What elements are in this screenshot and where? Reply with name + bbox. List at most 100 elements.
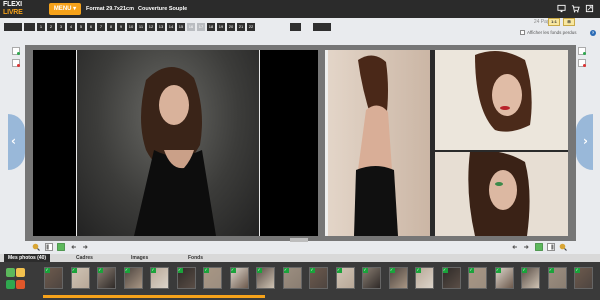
photo-woman-black-dress[interactable] [76, 50, 259, 236]
remove-page-left-icon[interactable] [12, 59, 20, 67]
tab-backgrounds[interactable]: Fonds [188, 254, 203, 262]
page-button-9[interactable]: 9 [117, 23, 125, 31]
used-check-icon: ✓ [283, 267, 289, 273]
expand-icon[interactable] [585, 4, 594, 13]
delete-photos-icon[interactable] [16, 280, 25, 289]
page-button-5[interactable]: 5 [77, 23, 85, 31]
zoom-icon[interactable] [32, 243, 40, 251]
photo-woman-back[interactable] [328, 50, 430, 236]
photo-thumbnail[interactable]: ✓ [309, 267, 328, 289]
photo-thumbnail[interactable]: ✓ [123, 267, 143, 289]
page-button-3[interactable]: 3 [57, 23, 65, 31]
photo-thumbnail[interactable]: ✓ [388, 267, 408, 289]
arrow-left-icon[interactable] [70, 243, 78, 251]
page-button-18[interactable]: 18 [207, 23, 215, 31]
zoom-actual-button[interactable]: 1:1 [548, 18, 560, 26]
page-button-4[interactable]: 4 [67, 23, 75, 31]
left-page [33, 50, 318, 236]
photo-frame-divider [435, 150, 568, 152]
help-icon[interactable]: ? [590, 30, 596, 36]
grid-icon[interactable] [535, 243, 543, 251]
page-button-2[interactable]: 2 [47, 23, 55, 31]
page-button-20[interactable]: 20 [227, 23, 235, 31]
format-label[interactable]: Format 29.7x21cm [86, 5, 134, 13]
page-button-21[interactable]: 21 [237, 23, 245, 31]
page-button-14[interactable]: 14 [167, 23, 175, 31]
photo-thumbnail[interactable]: ✓ [176, 267, 196, 289]
add-photos-icon[interactable] [6, 268, 15, 277]
photo-thumbnail[interactable]: ✓ [203, 267, 222, 289]
page-button-1[interactable]: 1 [37, 23, 45, 31]
page-button-22[interactable]: 22 [247, 23, 255, 31]
tab-images[interactable]: Images [131, 254, 148, 262]
page-button-13[interactable]: 13 [157, 23, 165, 31]
photo-thumbnail[interactable]: ✓ [574, 267, 593, 289]
page-button-17[interactable]: 17 [197, 23, 205, 31]
used-check-icon: ✓ [336, 267, 342, 273]
cart-icon[interactable] [571, 4, 580, 13]
zoom-fit-button[interactable]: ⊞ [563, 18, 575, 26]
page-button-7[interactable]: 7 [97, 23, 105, 31]
menu-button[interactable]: MENU ▾ [49, 3, 81, 15]
bleed-label: Afficher les fonds perdus [527, 30, 577, 35]
photo-thumbnail[interactable]: ✓ [150, 267, 169, 289]
photo-thumbnail[interactable]: ✓ [441, 267, 461, 289]
next-page-arrow[interactable]: › [576, 114, 593, 170]
used-check-icon: ✓ [177, 267, 183, 273]
select-all-icon[interactable] [6, 280, 15, 289]
used-check-icon: ✓ [469, 267, 474, 273]
page-button-15[interactable]: 15 [177, 23, 185, 31]
page-button-11[interactable]: 11 [137, 23, 145, 31]
photo-thumbnail[interactable]: ✓ [335, 267, 355, 289]
spread-scrollbar[interactable] [290, 238, 308, 242]
logo-line-1: FLEXI [3, 1, 22, 8]
page-button-19[interactable]: 19 [217, 23, 225, 31]
photo-thumbnail[interactable]: ✓ [362, 267, 381, 289]
used-check-icon: ✓ [363, 267, 368, 273]
tab-frames[interactable]: Cadres [76, 254, 93, 262]
cover-page-button[interactable] [4, 23, 22, 31]
used-check-icon: ✓ [45, 267, 50, 273]
right-page [325, 50, 568, 236]
photo-thumbnail[interactable]: ✓ [70, 267, 90, 289]
photo-thumbnail[interactable]: ✓ [256, 267, 275, 289]
tab-my-photos[interactable]: Mes photos (40) [4, 254, 51, 262]
inside-cover-button[interactable] [24, 23, 35, 31]
photo-thumbnail[interactable]: ✓ [282, 267, 302, 289]
page-button-12[interactable]: 12 [147, 23, 155, 31]
photo-thumbnail[interactable]: ✓ [97, 267, 116, 289]
page-button-6[interactable]: 6 [87, 23, 95, 31]
photo-woman-green-eyeshadow[interactable] [435, 152, 568, 236]
add-page-left-icon[interactable] [12, 47, 20, 55]
page-button-8[interactable]: 8 [107, 23, 115, 31]
arrow-left-icon[interactable] [511, 243, 519, 251]
arrow-right-icon[interactable] [81, 243, 89, 251]
zoom-icon[interactable] [559, 243, 567, 251]
grid-icon[interactable] [57, 243, 65, 251]
photo-thumbnail[interactable]: ✓ [415, 267, 434, 289]
photo-thumbnail[interactable]: ✓ [547, 267, 567, 289]
page-button-16[interactable]: 16 [187, 23, 195, 31]
page-button-10[interactable]: 10 [127, 23, 135, 31]
photo-thumbnail[interactable]: ✓ [468, 267, 487, 289]
add-page-right-icon[interactable] [578, 47, 586, 55]
folder-icon[interactable] [16, 268, 25, 277]
arrow-right-icon[interactable] [522, 243, 530, 251]
remove-page-right-icon[interactable] [578, 59, 586, 67]
media-tabs: Mes photos (40) Cadres Images Fonds [0, 254, 600, 262]
used-check-icon: ✓ [257, 267, 262, 273]
photo-woman-red-lips[interactable] [435, 50, 568, 150]
previous-page-arrow[interactable]: ‹ [8, 114, 25, 170]
layout-icon[interactable] [45, 243, 53, 251]
photo-thumbnail[interactable]: ✓ [229, 267, 249, 289]
layout-icon[interactable] [547, 243, 555, 251]
monitor-icon[interactable] [557, 4, 566, 13]
bleed-checkbox[interactable] [520, 30, 525, 35]
photo-thumbnail[interactable]: ✓ [44, 267, 63, 289]
photo-thumbnail[interactable]: ✓ [494, 267, 514, 289]
page-23-24-button[interactable] [290, 23, 301, 31]
cover-label[interactable]: Couverture Souple [138, 5, 187, 13]
photo-thumbnail[interactable]: ✓ [521, 267, 540, 289]
back-cover-button[interactable] [313, 23, 331, 31]
used-check-icon: ✓ [389, 267, 395, 273]
